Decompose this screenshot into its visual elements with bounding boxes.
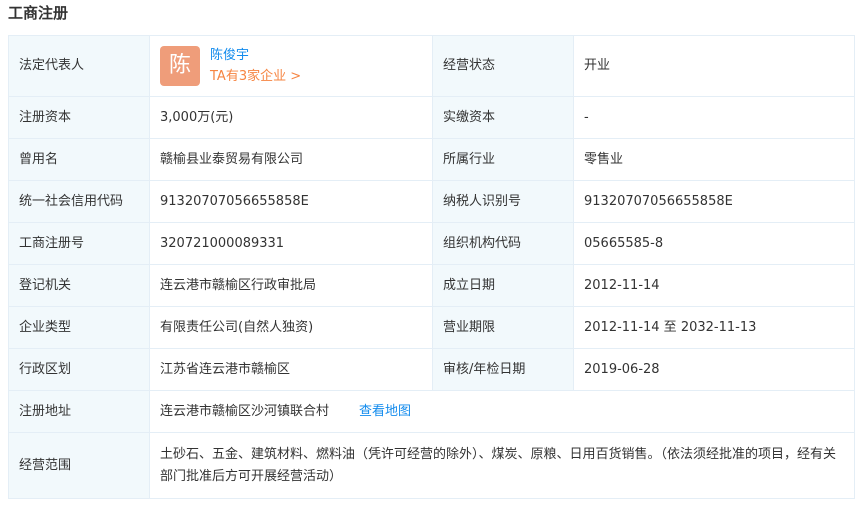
field-label: 实缴资本 [432,96,574,139]
table-row: 企业类型 有限责任公司(自然人独资) 营业期限 2012-11-14 至 203… [8,306,855,349]
table-row: 行政区划 江苏省连云港市赣榆区 审核/年检日期 2019-06-28 [8,348,855,391]
avatar[interactable]: 陈 [160,46,200,86]
field-label: 工商注册号 [8,222,150,265]
field-label: 成立日期 [432,264,574,307]
field-value: 320721000089331 [149,222,433,265]
table-row: 工商注册号 320721000089331 组织机构代码 05665585-8 [8,222,855,265]
status-label: 经营状态 [432,35,574,97]
legal-rep-label: 法定代表人 [8,35,150,97]
field-value: 05665585-8 [573,222,855,265]
field-label: 登记机关 [8,264,150,307]
address-value: 连云港市赣榆区沙河镇联合村 [160,403,330,419]
field-value: 2012-11-14 至 2032-11-13 [573,306,855,349]
field-label: 组织机构代码 [432,222,574,265]
table-row: 经营范围 土砂石、五金、建筑材料、燃料油（凭许可经营的除外）、煤炭、原粮、日用百… [8,432,855,499]
field-label: 纳税人识别号 [432,180,574,223]
table-row: 法定代表人 陈 陈俊宇 TA有3家企业 > 经营状态 开业 [8,35,855,97]
field-label: 审核/年检日期 [432,348,574,391]
field-value: 赣榆县业泰贸易有限公司 [149,138,433,181]
field-value: 3,000万(元) [149,96,433,139]
field-value: - [573,96,855,139]
table-row: 注册地址 连云港市赣榆区沙河镇联合村 查看地图 [8,390,855,433]
field-label: 营业期限 [432,306,574,349]
scope-value: 土砂石、五金、建筑材料、燃料油（凭许可经营的除外）、煤炭、原粮、日用百货销售。（… [149,432,855,499]
field-value: 91320707056655858E [573,180,855,223]
view-map-link[interactable]: 查看地图 [359,404,411,419]
related-companies-link[interactable]: TA有3家企业 > [210,67,301,87]
field-label: 企业类型 [8,306,150,349]
address-label: 注册地址 [8,390,150,433]
field-value: 连云港市赣榆区行政审批局 [149,264,433,307]
field-label: 统一社会信用代码 [8,180,150,223]
field-value: 91320707056655858E [149,180,433,223]
field-value: 零售业 [573,138,855,181]
address-cell: 连云港市赣榆区沙河镇联合村 查看地图 [149,390,855,433]
table-row: 统一社会信用代码 91320707056655858E 纳税人识别号 91320… [8,180,855,223]
field-value: 2019-06-28 [573,348,855,391]
field-value: 江苏省连云港市赣榆区 [149,348,433,391]
field-label: 行政区划 [8,348,150,391]
table-row: 注册资本 3,000万(元) 实缴资本 - [8,96,855,139]
field-value: 2012-11-14 [573,264,855,307]
field-label: 所属行业 [432,138,574,181]
field-label: 注册资本 [8,96,150,139]
field-label: 曾用名 [8,138,150,181]
table-row: 曾用名 赣榆县业泰贸易有限公司 所属行业 零售业 [8,138,855,181]
scope-label: 经营范围 [8,432,150,499]
table-row: 登记机关 连云港市赣榆区行政审批局 成立日期 2012-11-14 [8,264,855,307]
status-value: 开业 [573,35,855,97]
business-registration-table: 法定代表人 陈 陈俊宇 TA有3家企业 > 经营状态 开业 注册资本 3,000… [8,35,855,499]
legal-rep-cell: 陈 陈俊宇 TA有3家企业 > [149,35,433,97]
field-value: 有限责任公司(自然人独资) [149,306,433,349]
legal-rep-name-link[interactable]: 陈俊宇 [210,46,301,66]
section-title: 工商注册 [8,4,69,22]
